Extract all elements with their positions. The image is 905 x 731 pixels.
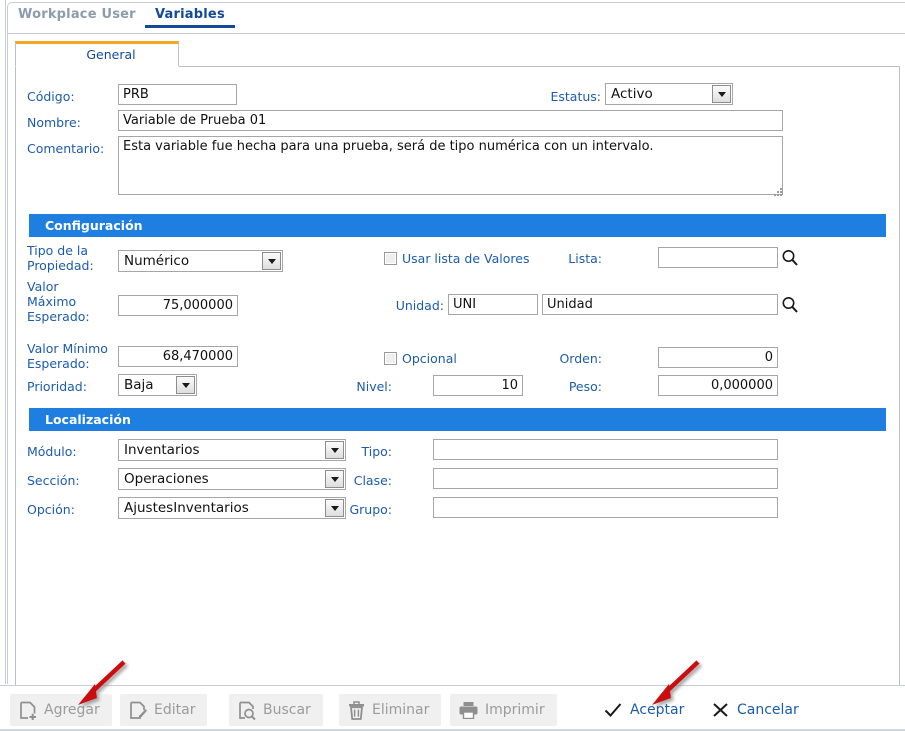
- editar-button-label: Editar: [154, 702, 195, 718]
- eliminar-button[interactable]: Eliminar: [339, 694, 441, 726]
- grupo-label: Grupo:: [327, 502, 392, 517]
- cancelar-button-label: Cancelar: [737, 702, 799, 718]
- modulo-label: Módulo:: [27, 444, 77, 459]
- estatus-label: Estatus:: [531, 89, 601, 104]
- nivel-input[interactable]: [433, 375, 523, 396]
- app-window: Workplace User Variables General Código:…: [0, 0, 905, 731]
- prioridad-label: Prioridad:: [27, 379, 87, 394]
- lista-search-icon[interactable]: [781, 248, 799, 268]
- valor-maximo-input[interactable]: [118, 295, 238, 316]
- opcion-select-value: AjustesInventarios: [124, 498, 323, 518]
- add-document-icon: [19, 701, 37, 720]
- imprimir-button[interactable]: Imprimir: [450, 694, 557, 726]
- orden-input[interactable]: [658, 347, 778, 368]
- usar-lista-label: Usar lista de Valores: [402, 251, 529, 266]
- tipo-input[interactable]: [433, 439, 778, 460]
- breadcrumb-underline: [8, 33, 905, 34]
- lista-input[interactable]: [658, 247, 778, 268]
- nivel-label: Nivel:: [331, 379, 392, 394]
- section-localizacion-header: Localización: [29, 408, 886, 431]
- seccion-select-value: Operaciones: [124, 469, 323, 489]
- modulo-select[interactable]: Inventarios: [118, 439, 346, 461]
- valor-minimo-input[interactable]: [118, 346, 238, 367]
- unidad-label: Unidad:: [374, 298, 444, 313]
- chevron-down-icon[interactable]: [262, 252, 281, 270]
- chevron-down-icon[interactable]: [176, 376, 195, 394]
- tab-general[interactable]: General: [15, 41, 179, 67]
- opcion-label: Opción:: [27, 502, 75, 517]
- usar-lista-checkbox[interactable]: [384, 252, 397, 265]
- modulo-select-value: Inventarios: [124, 440, 323, 460]
- form-body: Código: Estatus: Activo Nombre: Comentar…: [15, 67, 900, 731]
- cancelar-button[interactable]: Cancelar: [712, 694, 799, 726]
- opcional-label: Opcional: [402, 351, 457, 366]
- prioridad-select[interactable]: Baja: [118, 374, 197, 396]
- clase-label: Clase:: [327, 473, 392, 488]
- edit-document-icon: [129, 701, 147, 720]
- estatus-select[interactable]: Activo: [605, 83, 733, 105]
- breadcrumb-tab-variables[interactable]: Variables: [155, 7, 225, 28]
- imprimir-button-label: Imprimir: [485, 702, 545, 718]
- prioridad-select-value: Baja: [124, 375, 174, 395]
- breadcrumb: Workplace User Variables: [8, 3, 905, 34]
- opcion-select[interactable]: AjustesInventarios: [118, 497, 346, 519]
- unidad-search-icon[interactable]: [781, 295, 799, 315]
- breadcrumb-tab-workplace-user[interactable]: Workplace User: [18, 7, 136, 28]
- editar-button[interactable]: Editar: [120, 694, 207, 726]
- tipo-propiedad-select-value: Numérico: [124, 251, 260, 271]
- nombre-input[interactable]: [118, 110, 783, 131]
- valor-maximo-label: Valor Máximo Esperado:: [27, 279, 117, 324]
- tipo-propiedad-select[interactable]: Numérico: [118, 250, 283, 272]
- check-icon: [604, 702, 622, 718]
- codigo-input[interactable]: [118, 84, 237, 105]
- peso-input[interactable]: [658, 375, 778, 396]
- window-left-rail: [0, 0, 6, 684]
- aceptar-button[interactable]: Aceptar: [604, 694, 684, 726]
- close-x-icon: [712, 702, 729, 718]
- unidad-name-input[interactable]: [542, 294, 778, 315]
- aceptar-button-label: Aceptar: [630, 702, 684, 718]
- printer-icon: [459, 701, 478, 719]
- inner-tabstrip: General: [15, 41, 900, 67]
- peso-label: Peso:: [541, 379, 602, 394]
- unidad-code-input[interactable]: [448, 294, 538, 315]
- agregar-button-label: Agregar: [44, 702, 100, 718]
- buscar-button[interactable]: Buscar: [229, 694, 323, 726]
- clase-input[interactable]: [433, 468, 778, 489]
- bottom-toolbar: Agregar Editar Buscar: [0, 685, 905, 731]
- eliminar-button-label: Eliminar: [372, 702, 429, 718]
- codigo-label: Código:: [27, 89, 75, 104]
- nombre-label: Nombre:: [27, 115, 81, 130]
- trash-icon: [348, 701, 365, 720]
- lista-label: Lista:: [547, 251, 602, 266]
- valor-minimo-label: Valor Mínimo Esperado:: [27, 341, 122, 371]
- search-document-icon: [238, 701, 256, 720]
- comentario-label: Comentario:: [27, 141, 104, 156]
- opcional-checkbox[interactable]: [384, 352, 397, 365]
- seccion-label: Sección:: [27, 473, 80, 488]
- tipo-label: Tipo:: [327, 444, 392, 459]
- orden-label: Orden:: [541, 351, 602, 366]
- seccion-select[interactable]: Operaciones: [118, 468, 346, 490]
- section-configuracion-header: Configuración: [29, 214, 886, 237]
- tipo-propiedad-label: Tipo de la Propiedad:: [27, 243, 117, 273]
- agregar-button[interactable]: Agregar: [10, 694, 112, 726]
- comentario-textarea[interactable]: Esta variable fue hecha para una prueba,…: [118, 136, 783, 195]
- buscar-button-label: Buscar: [263, 702, 311, 718]
- grupo-input[interactable]: [433, 497, 778, 518]
- chevron-down-icon[interactable]: [712, 85, 731, 103]
- estatus-select-value: Activo: [611, 84, 710, 104]
